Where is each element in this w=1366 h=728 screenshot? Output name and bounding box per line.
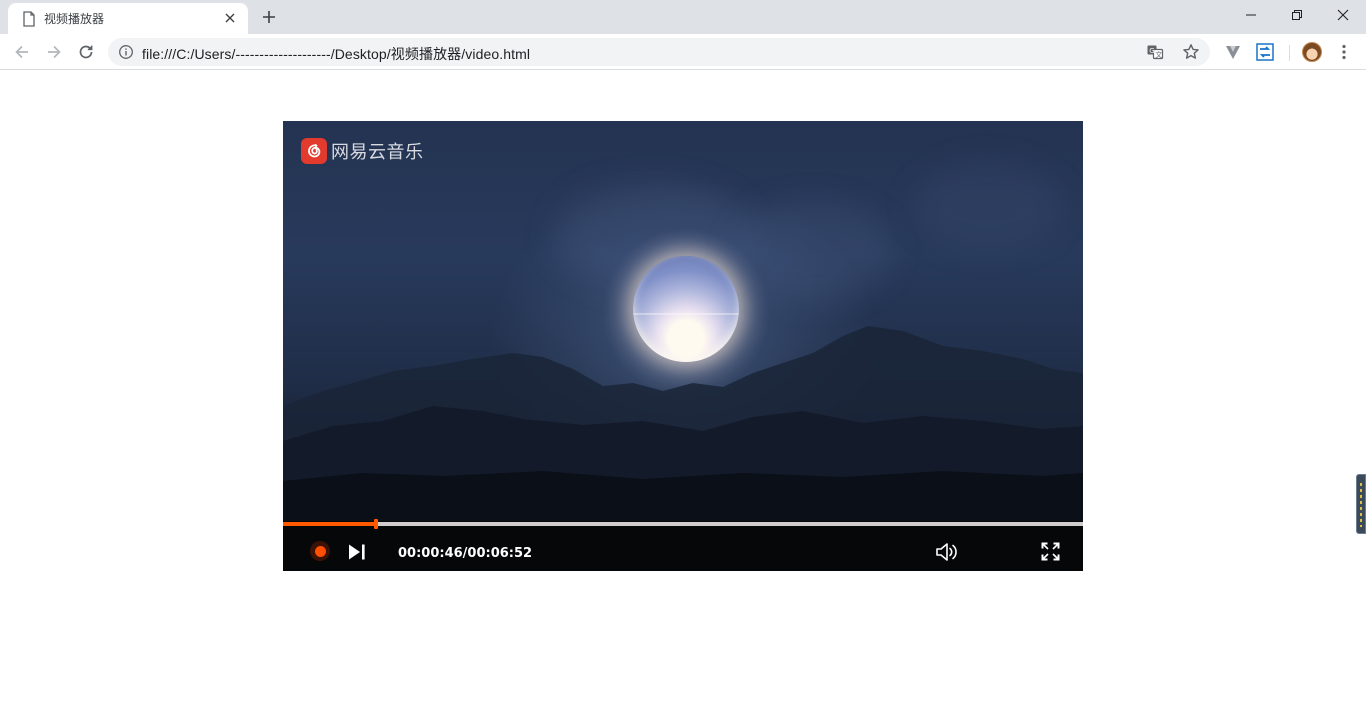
forward-icon [48, 45, 61, 59]
close-icon[interactable] [222, 10, 238, 26]
window-close-icon [1337, 9, 1349, 21]
more-menu-icon[interactable] [1334, 42, 1354, 62]
next-icon[interactable] [347, 543, 367, 561]
toolbar-divider [1289, 45, 1290, 61]
browser-toolbar: file:///C:/Users/--------------------/De… [0, 34, 1366, 70]
side-panel-handle[interactable] [1356, 474, 1366, 534]
avatar[interactable] [1302, 42, 1322, 62]
restore-button[interactable] [1274, 0, 1320, 30]
video-player[interactable]: 网易云音乐 00:00:46/00:06:52 [283, 121, 1083, 571]
translate-icon[interactable]: G 文 [1146, 43, 1164, 61]
page-icon [23, 11, 35, 27]
play-button[interactable] [310, 541, 330, 561]
fullscreen-icon[interactable] [1041, 542, 1060, 561]
tab-strip: 视频播放器 [0, 0, 1366, 34]
progress-handle[interactable] [374, 519, 378, 529]
netease-brand: 网易云音乐 [301, 138, 424, 164]
svg-text:G: G [1149, 47, 1154, 55]
volume-icon[interactable] [935, 541, 959, 563]
forward-button[interactable] [44, 42, 64, 62]
vpn-extension-icon[interactable] [1224, 43, 1242, 61]
minimize-icon [1246, 14, 1256, 16]
progress-bar[interactable] [283, 519, 1083, 529]
info-icon[interactable] [118, 44, 134, 60]
video-frame[interactable]: 网易云音乐 [283, 121, 1083, 521]
browser-tab[interactable]: 视频播放器 [8, 3, 248, 34]
player-controls: 00:00:46/00:06:52 [283, 519, 1083, 571]
url-text[interactable]: file:///C:/Users/--------------------/De… [142, 44, 530, 64]
reload-button[interactable] [76, 42, 96, 62]
progress-fill [283, 522, 376, 526]
back-icon [15, 45, 28, 59]
new-tab-icon[interactable] [260, 8, 278, 26]
minimize-button[interactable] [1228, 0, 1274, 30]
svg-text:文: 文 [1155, 50, 1162, 59]
play-icon [314, 545, 326, 557]
time-display: 00:00:46/00:06:52 [398, 546, 533, 561]
brand-name: 网易云音乐 [331, 142, 424, 163]
mountain-silhouette [283, 326, 1083, 521]
tab-title: 视频播放器 [44, 12, 105, 26]
netease-logo-icon [301, 138, 327, 164]
star-icon[interactable] [1182, 43, 1200, 61]
window-close-button[interactable] [1320, 0, 1366, 30]
back-button[interactable] [12, 42, 32, 62]
address-bar[interactable]: file:///C:/Users/--------------------/De… [108, 38, 1210, 66]
restore-icon [1292, 10, 1302, 20]
reload-icon [79, 45, 93, 59]
sync-extension-icon[interactable] [1256, 43, 1274, 61]
